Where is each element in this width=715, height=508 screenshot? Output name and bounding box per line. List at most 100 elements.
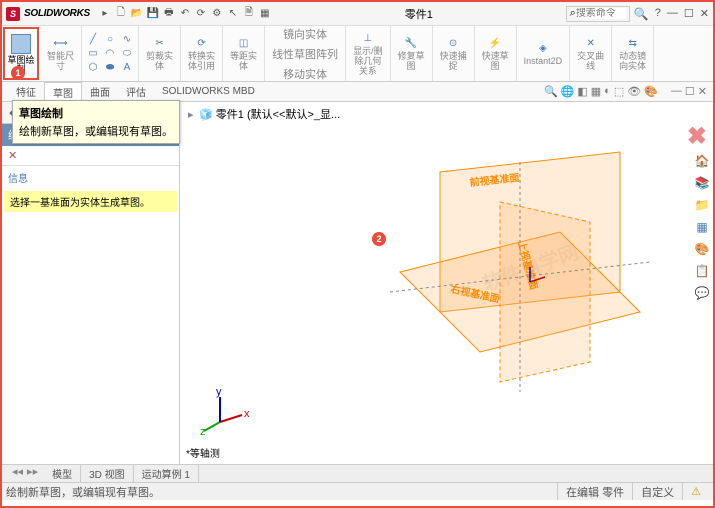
ribbon: 草图绘 制 1 ⟷ 智能尺 寸 ╱○∿ ▭◠⬭ ⬡⬬A ✂剪裁实 体 ⟳转换实 … (2, 26, 713, 82)
undo-icon[interactable]: ↶ (178, 7, 192, 21)
search-box[interactable]: ⌕ (566, 6, 630, 22)
save-icon[interactable]: 💾 (146, 7, 160, 21)
arc-icon[interactable]: ◠ (103, 47, 117, 61)
hide-show-icon[interactable]: 👁 (627, 85, 641, 98)
tab-model[interactable]: 模型 (44, 465, 81, 482)
layers-icon[interactable]: ▦ (258, 7, 272, 21)
spline-icon[interactable]: ∿ (120, 33, 134, 47)
convert-icon: ⟳ (195, 36, 209, 50)
svg-text:x: x (244, 408, 250, 420)
crumb-text: 零件1 (默认<<默认>_显... (216, 109, 340, 121)
doc-close-icon[interactable]: ✕ (698, 85, 707, 98)
offset-button[interactable]: ◫等距实 体 (227, 34, 260, 73)
resources-icon[interactable]: 🏠 (693, 152, 711, 170)
task-pane: 🏠 📚 📁 ▦ 🎨 📋 💬 (693, 152, 711, 302)
instant-icon: ◈ (536, 41, 550, 55)
doc-min-icon[interactable]: — (671, 85, 682, 98)
quick-access-toolbar: ▸ 🗋 📂 💾 🖶 ↶ ⟳ ⚙ ↖ 🗎 ▦ (98, 7, 272, 21)
tab-nav-right-icon[interactable]: ▸▸ (27, 465, 38, 482)
status-warning-icon[interactable]: ⚠ (682, 483, 709, 500)
print-icon[interactable]: 🖶 (162, 7, 176, 21)
orbit-icon[interactable]: 🌐 (561, 85, 575, 98)
confirm-cancel-icon[interactable]: ✖ (687, 122, 707, 151)
mirror-button[interactable]: 镜向实体 (269, 24, 341, 44)
motion-tabs: ◂◂ ▸▸ 模型 3D 视图 运动算例 1 (2, 464, 713, 482)
display-style-icon[interactable]: ▦ (591, 85, 601, 98)
intersect-button[interactable]: ✕交叉曲 线 (574, 34, 607, 73)
doc-icon[interactable]: 🗎 (242, 7, 256, 21)
close-icon[interactable]: ✕ (700, 7, 709, 20)
rapid-sketch-button[interactable]: ⚡快速草 图 (479, 34, 512, 73)
circle-icon[interactable]: ○ (103, 33, 117, 47)
reference-planes[interactable]: 前视基准面 右视基准面 上视基准面 (360, 132, 680, 412)
slot-icon[interactable]: ⬬ (103, 61, 117, 75)
doc-max-icon[interactable]: ☐ (685, 85, 695, 98)
forum-icon[interactable]: 💬 (693, 284, 711, 302)
view-orient-icon[interactable]: ⬚ (614, 85, 624, 98)
options-icon[interactable]: ⚙ (210, 7, 224, 21)
convert-button[interactable]: ⟳转换实 体引用 (185, 34, 218, 73)
svg-text:y: y (216, 387, 222, 398)
rect-icon[interactable]: ▭ (86, 47, 100, 61)
display-relations-button[interactable]: ⊥显示/删 除几何 关系 (350, 29, 386, 78)
view-triad[interactable]: x z y (200, 387, 250, 440)
search-input[interactable] (576, 8, 626, 19)
trim-button[interactable]: ✂剪裁实 体 (143, 34, 176, 73)
rebuild-icon[interactable]: ⟳ (194, 7, 208, 21)
status-edit-mode: 在编辑 零件 (557, 483, 632, 500)
window-buttons: ? — ☐ ✕ (655, 7, 709, 20)
ellipse-icon[interactable]: ⬭ (120, 47, 134, 61)
section-icon[interactable]: ◧ (577, 85, 587, 98)
tab-surfaces[interactable]: 曲面 (82, 82, 118, 102)
smart-dimension-button[interactable]: ⟷ 智能尺 寸 (44, 34, 77, 73)
status-custom[interactable]: 自定义 (632, 483, 682, 500)
feature-manager-panel: ◆ ▦ ⚙ ◈ ⊕ ▸ 编辑草图 ? ✕ 信息 选择一基准面为实体生成草图。 (2, 102, 180, 464)
select-icon[interactable]: ↖ (226, 7, 240, 21)
tab-3dview[interactable]: 3D 视图 (81, 465, 134, 482)
text-icon[interactable]: A (120, 61, 134, 75)
graphics-viewport[interactable]: ▸ 🧊 零件1 (默认<<默认>_显... ✖ 🏠 📚 📁 ▦ 🎨 📋 💬 软件… (180, 102, 713, 464)
instant2d-button[interactable]: ◈Instant2D (521, 39, 566, 68)
appearances-icon[interactable]: 🎨 (693, 240, 711, 258)
property-cancel-icon[interactable]: ✕ (8, 150, 17, 162)
search-glass-icon[interactable]: 🔍 (634, 7, 649, 21)
sketch-button[interactable]: 草图绘 制 1 (3, 27, 39, 80)
dynmirror-icon: ⇆ (626, 36, 640, 50)
dimension-icon: ⟷ (54, 36, 68, 50)
tab-features[interactable]: 特征 (8, 82, 44, 102)
tab-motion[interactable]: 运动算例 1 (134, 465, 199, 482)
breadcrumb[interactable]: ▸ 🧊 零件1 (默认<<默认>_显... (188, 106, 340, 122)
tab-nav-left-icon[interactable]: ◂◂ (12, 465, 23, 482)
scene-icon[interactable]: ◐ (604, 85, 611, 98)
help-icon[interactable]: ? (655, 7, 661, 20)
pattern-button[interactable]: 线性草图阵列 (269, 44, 341, 64)
offset-icon: ◫ (237, 36, 251, 50)
svg-text:z: z (200, 426, 206, 437)
repair-icon: 🔧 (404, 36, 418, 50)
custom-props-icon[interactable]: 📋 (693, 262, 711, 280)
repair-button[interactable]: 🔧修复草 图 (395, 34, 428, 73)
appearance-icon[interactable]: 🎨 (644, 85, 658, 98)
poly-icon[interactable]: ⬡ (86, 61, 100, 75)
quick-snap-button[interactable]: ⊙快速捕 捉 (437, 34, 470, 73)
tab-mbd[interactable]: SOLIDWORKS MBD (154, 82, 263, 102)
relations-icon: ⊥ (361, 31, 375, 45)
new-icon[interactable]: ▸ (98, 7, 112, 21)
tab-evaluate[interactable]: 评估 (118, 82, 154, 102)
line-icon[interactable]: ╱ (86, 33, 100, 47)
view-toolbar: 🔍 🌐 ◧ ▦ ◐ ⬚ 👁 🎨 — ☐ ✕ (544, 85, 713, 98)
view-palette-icon[interactable]: ▦ (693, 218, 711, 236)
move-button[interactable]: 移动实体 (269, 64, 341, 84)
library-icon[interactable]: 📚 (693, 174, 711, 192)
tab-sketch[interactable]: 草图 (44, 82, 82, 102)
maximize-icon[interactable]: ☐ (684, 7, 694, 20)
zoom-fit-icon[interactable]: 🔍 (544, 85, 558, 98)
command-tabs: 特征 草图 曲面 评估 SOLIDWORKS MBD 🔍 🌐 ◧ ▦ ◐ ⬚ 👁… (2, 82, 713, 102)
dynamic-mirror-button[interactable]: ⇆动态镜 向实体 (616, 34, 649, 73)
minimize-icon[interactable]: — (667, 7, 678, 20)
trim-icon: ✂ (153, 36, 167, 50)
new-doc-icon[interactable]: 🗋 (114, 7, 128, 21)
open-icon[interactable]: 📂 (130, 7, 144, 21)
explorer-icon[interactable]: 📁 (693, 196, 711, 214)
app-logo: S (6, 7, 20, 21)
